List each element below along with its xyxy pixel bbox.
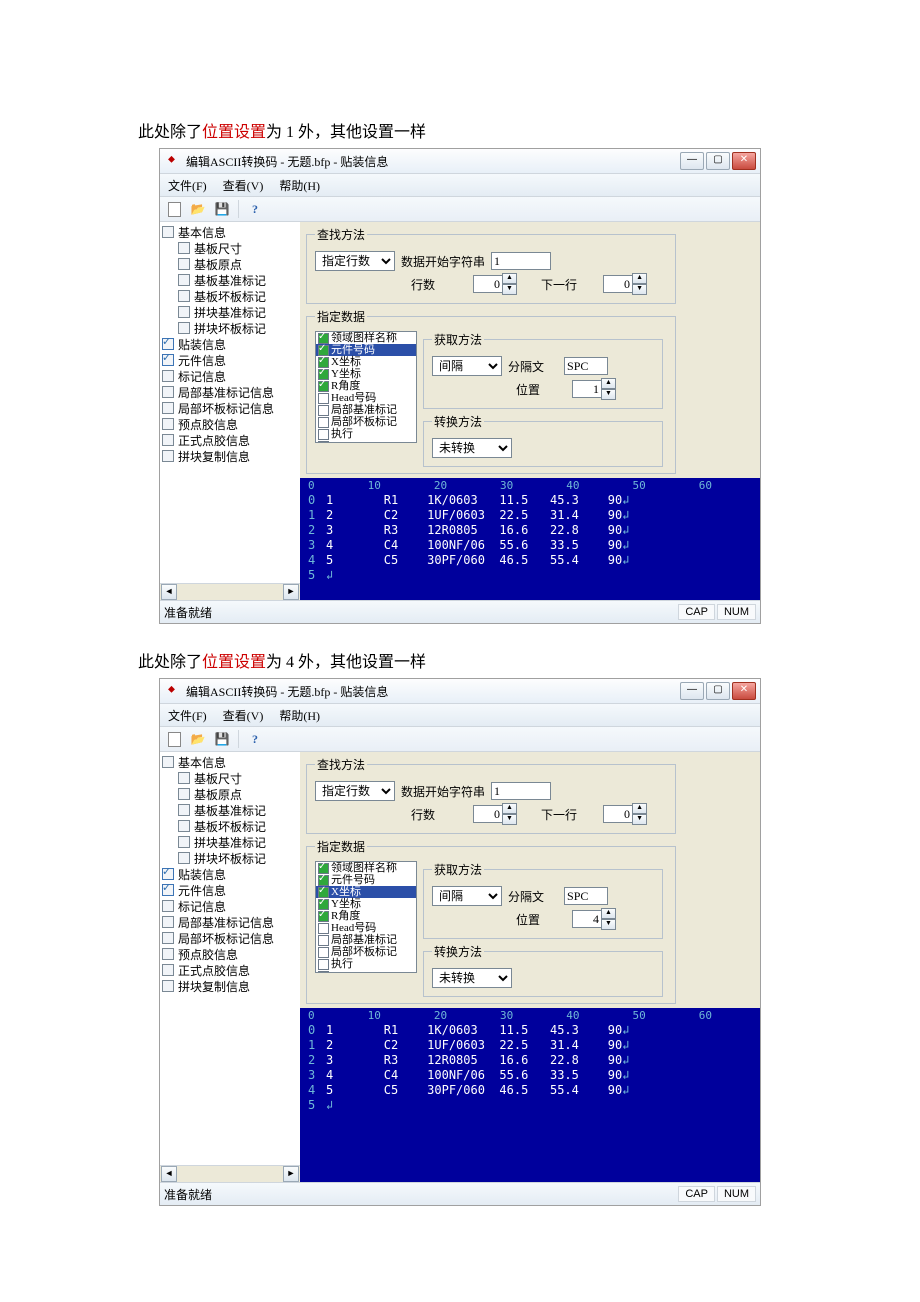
interval-select[interactable]: 间隔 <box>432 356 502 376</box>
app-icon: ⬥ <box>168 684 182 698</box>
interval-select[interactable]: 间隔 <box>432 886 502 906</box>
convert-select[interactable]: 未转换 <box>432 968 512 988</box>
start-string-input[interactable] <box>491 782 551 800</box>
tree-scrollbar[interactable]: ◄► <box>160 583 300 600</box>
open-icon[interactable]: 📂 <box>188 729 208 749</box>
menu-help[interactable]: 帮助(H) <box>275 705 324 726</box>
field-list[interactable]: 领域图样名称 元件号码 X坐标 Y坐标 R角度 Head号码 局部基准标记 局部… <box>315 331 417 443</box>
maximize-button[interactable]: ▢ <box>706 152 730 170</box>
convert-select[interactable]: 未转换 <box>432 438 512 458</box>
field-list[interactable]: 领域图样名称 元件号码 X坐标 Y坐标 R角度 Head号码 局部基准标记 局部… <box>315 861 417 973</box>
next-spin[interactable]: ▲▼ <box>603 803 647 825</box>
close-button[interactable]: ✕ <box>732 152 756 170</box>
position-spin[interactable]: ▲▼ <box>572 908 616 930</box>
maximize-button[interactable]: ▢ <box>706 682 730 700</box>
separator <box>238 200 239 218</box>
open-icon[interactable]: 📂 <box>188 199 208 219</box>
text-editor[interactable]: 0 10 20 30 40 50 60 01 R1 1K/0603 11.5 4… <box>300 1008 760 1182</box>
rows-spin[interactable]: ▲▼ <box>473 273 517 295</box>
menubar: 文件(F) 查看(V) 帮助(H) <box>160 704 760 727</box>
save-icon[interactable]: 💾 <box>212 199 232 219</box>
menubar: 文件(F) 查看(V) 帮助(H) <box>160 174 760 197</box>
titlebar[interactable]: ⬥ 编辑ASCII转换码 - 无题.bfp - 贴装信息 — ▢ ✕ <box>160 679 760 704</box>
minimize-button[interactable]: — <box>680 682 704 700</box>
toolbar: 📂 💾 ? <box>160 727 760 752</box>
statusbar: 准备就绪 CAP NUM <box>160 600 760 623</box>
extract-group: 获取方法 间隔 分隔文 位置 ▲▼ <box>423 331 663 409</box>
caption-2: 此处除了位置设置为 4 外，其他设置一样 <box>138 648 920 672</box>
help-icon[interactable]: ? <box>245 729 265 749</box>
search-method-group: 查找方法 指定行数 数据开始字符串 行数 ▲▼ 下一行 ▲▼ <box>306 226 676 304</box>
save-icon[interactable]: 💾 <box>212 729 232 749</box>
menu-file[interactable]: 文件(F) <box>164 175 211 196</box>
method-select[interactable]: 指定行数 <box>315 781 395 801</box>
method-select[interactable]: 指定行数 <box>315 251 395 271</box>
num-indicator: NUM <box>717 604 756 620</box>
menu-help[interactable]: 帮助(H) <box>275 175 324 196</box>
new-icon[interactable] <box>164 729 184 749</box>
convert-group: 转换方法 未转换 <box>423 413 663 467</box>
cap-indicator: CAP <box>678 604 715 620</box>
position-spin[interactable]: ▲▼ <box>572 378 616 400</box>
window-title: 编辑ASCII转换码 - 无题.bfp - 贴装信息 <box>186 153 680 170</box>
app-icon: ⬥ <box>168 154 182 168</box>
help-icon[interactable]: ? <box>245 199 265 219</box>
toolbar: 📂 💾 ? <box>160 197 760 222</box>
tree-view[interactable]: 基本信息 基板尺寸 基板原点 基板基准标记 基板坏板标记 拼块基准标记 拼块坏板… <box>160 222 301 583</box>
separator-input[interactable] <box>564 887 608 905</box>
text-editor[interactable]: 0 10 20 30 40 50 60 01 R1 1K/0603 11.5 4… <box>300 478 760 600</box>
statusbar: 准备就绪 CAP NUM <box>160 1182 760 1205</box>
data-spec-group: 指定数据 领域图样名称 元件号码 X坐标 Y坐标 R角度 Head号码 局部基准… <box>306 308 676 474</box>
start-string-input[interactable] <box>491 252 551 270</box>
caption-1: 此处除了位置设置为 1 外，其他设置一样 <box>138 118 920 142</box>
minimize-button[interactable]: — <box>680 152 704 170</box>
tree-scrollbar[interactable]: ◄► <box>160 1165 300 1182</box>
new-icon[interactable] <box>164 199 184 219</box>
menu-view[interactable]: 查看(V) <box>219 175 268 196</box>
app-window-1: ⬥ 编辑ASCII转换码 - 无题.bfp - 贴装信息 — ▢ ✕ 文件(F)… <box>159 148 761 624</box>
next-spin[interactable]: ▲▼ <box>603 273 647 295</box>
tree-view[interactable]: 基本信息 基板尺寸 基板原点 基板基准标记 基板坏板标记 拼块基准标记 拼块坏板… <box>160 752 301 1165</box>
titlebar[interactable]: ⬥ 编辑ASCII转换码 - 无题.bfp - 贴装信息 — ▢ ✕ <box>160 149 760 174</box>
close-button[interactable]: ✕ <box>732 682 756 700</box>
separator-input[interactable] <box>564 357 608 375</box>
rows-spin[interactable]: ▲▼ <box>473 803 517 825</box>
menu-view[interactable]: 查看(V) <box>219 705 268 726</box>
menu-file[interactable]: 文件(F) <box>164 705 211 726</box>
app-window-2: ⬥ 编辑ASCII转换码 - 无题.bfp - 贴装信息 — ▢ ✕ 文件(F)… <box>159 678 761 1206</box>
window-title: 编辑ASCII转换码 - 无题.bfp - 贴装信息 <box>186 683 680 700</box>
